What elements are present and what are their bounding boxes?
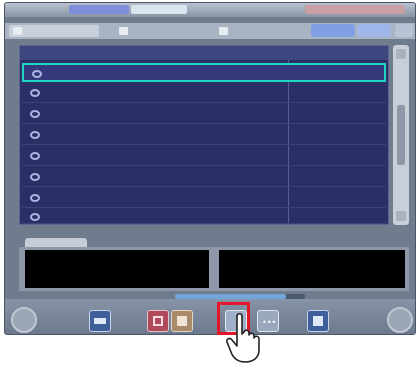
study-icon [30,194,40,202]
disk-icon [313,316,323,326]
print-button[interactable] [89,310,111,332]
scroll-down-arrow-icon[interactable] [396,211,406,221]
edit-icon [177,316,187,326]
edit-button[interactable] [171,310,193,332]
study-icon [30,213,40,221]
list-item[interactable] [22,84,386,103]
list-item[interactable] [22,105,386,124]
pointing-hand-icon [226,312,260,363]
scroll-up-arrow-icon[interactable] [396,49,406,59]
title-tab-a[interactable] [69,5,129,14]
scroll-thumb[interactable] [397,105,405,165]
image-icon [219,27,228,35]
title-bar-right [305,5,405,14]
list-item[interactable] [22,147,386,166]
tab-folder[interactable] [9,25,99,37]
study-icon [30,89,40,97]
app-window: ••• [4,2,416,335]
settings-button[interactable] [395,24,413,37]
study-icon [32,70,42,78]
detail-panel-left [25,250,209,288]
detail-panel-right [219,250,405,288]
list-header [20,46,388,60]
list-icon [119,27,128,35]
study-icon [30,173,40,181]
title-bar [5,3,415,17]
sort-button[interactable] [357,24,391,37]
printer-icon [94,318,106,324]
exit-button[interactable] [387,307,413,333]
list-item[interactable] [22,208,386,224]
study-icon [30,131,40,139]
detail-area [19,247,409,291]
study-icon [30,110,40,118]
filter-button[interactable] [311,24,355,37]
bottom-toolbar: ••• [5,299,415,334]
tab-list[interactable] [115,25,205,37]
list-item[interactable] [22,189,386,208]
folder-icon [13,27,22,35]
list-scrollbar[interactable] [393,45,409,225]
list-item[interactable] [22,63,386,82]
title-tab-b[interactable] [131,5,187,14]
study-list [19,45,389,225]
tab-image[interactable] [215,25,305,37]
export-icon [153,316,163,326]
save-button[interactable] [307,310,329,332]
export-button[interactable] [147,310,169,332]
home-button[interactable] [11,307,37,333]
list-item[interactable] [22,168,386,187]
list-item[interactable] [22,126,386,145]
study-icon [30,152,40,160]
